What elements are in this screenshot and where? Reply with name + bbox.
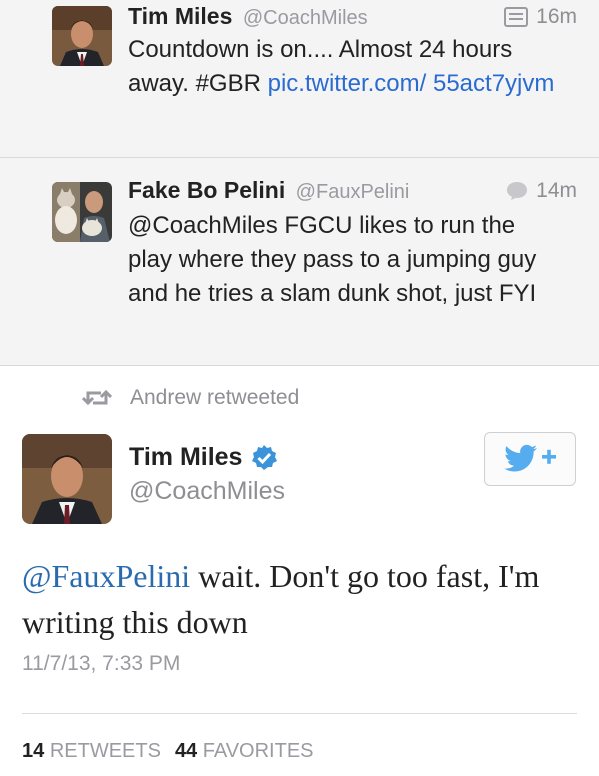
avatar[interactable]: [52, 182, 112, 242]
main-author-name[interactable]: Tim Miles: [129, 443, 278, 472]
retweet-icon: [82, 389, 112, 406]
tweet-meta: 16m: [504, 5, 577, 29]
thread-tweet[interactable]: Tim Miles @CoachMiles 16m Countdown is o…: [0, 0, 599, 158]
tweet-time: 16m: [536, 5, 577, 28]
favorites-label: FAVORITES: [202, 740, 314, 762]
follow-button[interactable]: [484, 432, 576, 486]
twitter-bird-follow-icon: [504, 444, 556, 472]
tweet-header: Tim Miles @CoachMiles 16m: [128, 3, 577, 33]
tweet-timestamp: 11/7/13, 7:33 PM: [22, 652, 181, 675]
mention-link[interactable]: @FauxPelini: [22, 558, 190, 594]
avatar[interactable]: [22, 434, 112, 524]
author-name[interactable]: Tim Miles: [128, 3, 232, 29]
tweet-header: Fake Bo Pelini @FauxPelini 14m: [128, 177, 577, 207]
retweet-label: Andrew retweeted: [130, 386, 300, 409]
main-author-name-text[interactable]: Tim Miles: [129, 443, 242, 472]
reply-bubble-icon: [507, 182, 528, 200]
main-author-handle[interactable]: @CoachMiles: [129, 477, 285, 506]
conversation-thread: Tim Miles @CoachMiles 16m Countdown is o…: [0, 0, 599, 366]
tweet-time: 14m: [536, 179, 577, 202]
main-tweet-text: @FauxPelini wait. Don't go too fast, I'm…: [22, 553, 582, 645]
tweet-text: Countdown is on.... Almost 24 hours away…: [128, 33, 568, 101]
author-handle[interactable]: @CoachMiles: [243, 7, 368, 29]
favorites-count: 44: [174, 740, 198, 762]
divider: [22, 713, 577, 714]
retweets-label: RETWEETS: [49, 740, 161, 762]
thread-tweet[interactable]: Fake Bo Pelini @FauxPelini 14m @CoachMil…: [0, 158, 599, 366]
author-handle[interactable]: @FauxPelini: [296, 181, 410, 203]
retweet-context[interactable]: Andrew retweeted: [82, 384, 299, 412]
tweet-text: @CoachMiles FGCU likes to run the play w…: [128, 212, 537, 307]
author-name[interactable]: Fake Bo Pelini: [128, 177, 285, 203]
tweet-meta: 14m: [506, 179, 577, 203]
photo-card-icon: [504, 7, 529, 27]
retweets-stat[interactable]: 14 RETWEETS: [22, 740, 161, 762]
verified-badge-icon: [252, 444, 278, 470]
tweet-stats: 14 RETWEETS 44 FAVORITES: [22, 740, 314, 763]
retweets-count: 14: [22, 740, 45, 762]
avatar[interactable]: [52, 6, 112, 66]
pic-link[interactable]: pic.twitter.com/ 55act7yjvm: [268, 70, 555, 97]
favorites-stat[interactable]: 44 FAVORITES: [175, 740, 314, 762]
